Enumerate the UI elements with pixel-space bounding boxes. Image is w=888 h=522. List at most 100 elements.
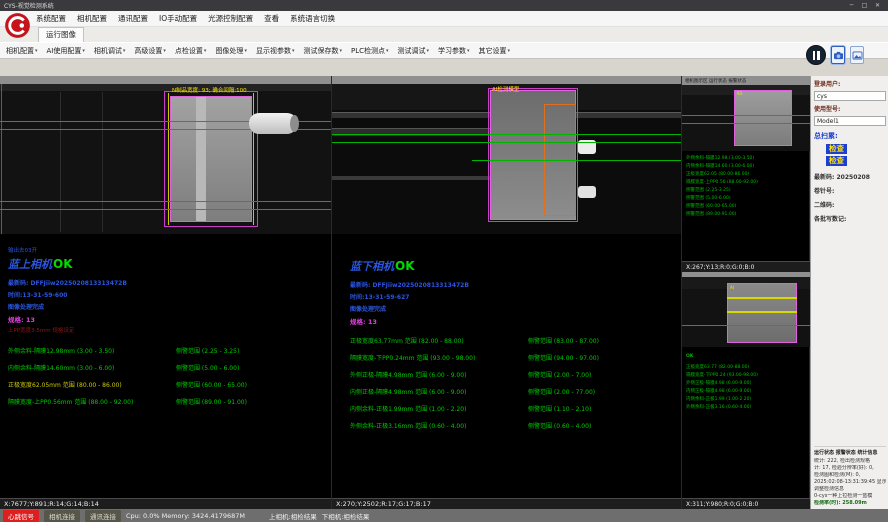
measurement-value: 隔膜宽度-下PP0.24mm 范围 (93.00 - 98.00) [350, 353, 528, 362]
lower-preview-image[interactable]: AI [682, 277, 810, 347]
preview-header: 相机图示区 运行状态 报警状态 [682, 76, 810, 85]
overlay-measure-text: N制品宽度: 93; 确合间隔:100 [172, 86, 247, 94]
measurement-value: 内侧正极-隔膜4.98mm 范围 (6.00 - 9.00) [350, 387, 528, 396]
menu-item-camera-config[interactable]: 相机配置 [77, 13, 107, 24]
app-window: CYS-视觉检测系统 ─ □ ✕ 系统配置 相机配置 通讯配置 IO手动配置 光… [0, 0, 888, 522]
qr-code-label: 二维码: [814, 200, 886, 209]
upper-result-panel: 输出去03开 蓝上相机 OK 最新码: DFFJiiw2025020813313… [0, 234, 331, 498]
menu-item-comm-config[interactable]: 通讯配置 [118, 13, 148, 24]
upper-camera-image[interactable]: N制品宽度: 93; 确合间隔:100 [0, 84, 331, 234]
main-area: N制品宽度: 93; 确合间隔:100 输出去03开 蓝上相机 OK 最新码: … [0, 76, 888, 509]
measurement-row: 外侧余料-隔膜12.98mm (3.00 - 3.50) 侧警范围 (2.25 … [8, 346, 331, 355]
mini-line: 侧警范围 (60.00-65.00) [686, 203, 810, 211]
chevron-down-icon: ▾ [244, 48, 247, 54]
sub-toolbar-strip [0, 58, 888, 76]
upper-preview-view: 相机图示区 运行状态 报警状态 93 外侧余料-隔膜12.98 (3.00-3.… [682, 76, 810, 272]
lower-camera-image[interactable]: AI检测模型 [332, 84, 681, 234]
mini-line: 内侧正极-隔膜4.98 (6.00-9.00) [686, 388, 810, 396]
overlay-vertical-line [1, 84, 2, 234]
measurement-warn-range: 侧警范围 (0.60 - 4.00) [528, 421, 591, 430]
spec-text: 规格: 13 [350, 316, 681, 326]
mini-line: 侧警范围 (89.00-91.00) [686, 211, 810, 219]
model-field[interactable]: Model1 [814, 116, 886, 126]
overlay-green-line [0, 209, 331, 210]
view-header-strip [0, 76, 331, 84]
process-state-text: 图像处理完成 [8, 302, 331, 311]
mini-line: 正极宽度63.77 (82.00-88.00) [686, 364, 810, 372]
tool-other-settings[interactable]: 其它设置▾ [479, 46, 511, 56]
close-icon[interactable]: ✕ [871, 2, 884, 9]
heartbeat-indicator: 心跳信号 [3, 510, 39, 522]
measurement-warn-range: 侧警范围 (94.00 - 97.00) [528, 353, 599, 362]
tool-test-save[interactable]: 测试保存数▾ [303, 46, 342, 56]
upper-preview-image[interactable]: 93 [682, 85, 810, 151]
run-controls [806, 45, 864, 65]
overlay-green-line [332, 142, 681, 143]
product-region [727, 283, 797, 343]
comm-link-indicator: 通讯连接 [85, 510, 121, 522]
mini-line: 内侧余料-正极1.99 (1.00-2.20) [686, 396, 810, 404]
tool-image-process[interactable]: 图像处理▾ [215, 46, 247, 56]
tool-camera-config[interactable]: 相机配置▾ [6, 46, 38, 56]
coordinate-readout: X:267;Y:13;R:0;G:0;B:0 [682, 261, 810, 272]
login-user-label: 登录用户: [814, 79, 840, 88]
upper-camera-result-status: 上相机:相检结果 [269, 511, 317, 521]
pause-button[interactable] [806, 45, 826, 65]
measurement-row: 隔膜宽度-下PP0.24mm 范围 (93.00 - 98.00) 侧警范围 (… [350, 353, 681, 362]
measurement-warn-range: 侧警范围 (83.00 - 87.00) [528, 336, 599, 345]
tab-row: 运行图像 [0, 27, 888, 42]
model-label: 使用型号: [814, 104, 840, 113]
menu-item-system-config[interactable]: 系统配置 [36, 13, 66, 24]
tool-display-params[interactable]: 显示视参数▾ [256, 46, 295, 56]
chevron-down-icon: ▾ [292, 48, 295, 54]
measurement-row: 正极宽度62.05mm 范围 (80.00 - 86.00) 侧警范围 (60.… [8, 380, 331, 389]
view-header-strip [332, 76, 681, 84]
chevron-down-icon: ▾ [427, 48, 430, 54]
statistics-line: 2025:02:08-13:31:39:45 显示图 [814, 479, 886, 486]
product-highlight [196, 97, 206, 221]
coordinate-readout: X:311;Y:980;R:0;G:0;B:0 [682, 498, 810, 509]
chevron-down-icon: ▾ [82, 48, 85, 54]
minimize-icon[interactable]: ─ [845, 2, 858, 9]
tool-ai-config[interactable]: AI使用配置▾ [47, 46, 85, 56]
measurement-warn-range: 侧警范围 (2.25 - 3.25) [176, 346, 239, 355]
camera-view-button-2[interactable] [850, 46, 864, 64]
menu-item-language-switch[interactable]: 系统语言切换 [290, 13, 335, 24]
latest-code-label: 最新码: [814, 174, 834, 181]
menu-item-light-config[interactable]: 光源控制配置 [208, 13, 253, 24]
measurement-warn-range: 侧警范围 (2.00 - 7.00) [528, 370, 591, 379]
tool-learn-params[interactable]: 学习参数▾ [438, 46, 470, 56]
tool-advanced-settings[interactable]: 高级设置▾ [134, 46, 166, 56]
title-bar: CYS-视觉检测系统 ─ □ ✕ [0, 0, 888, 11]
toolbar: 相机配置▾ AI使用配置▾ 相机调试▾ 高级设置▾ 点检设置▾ 图像处理▾ 显示… [0, 42, 888, 58]
mini-line: 外侧余料-正极3.16 (0.60-4.00) [686, 404, 810, 412]
login-user-field[interactable]: cys [814, 91, 886, 101]
camera-view-button-1[interactable] [831, 46, 845, 64]
overlay-green-line [332, 134, 681, 135]
menu-item-view[interactable]: 查看 [264, 13, 279, 24]
measurement-value: 外侧余料-隔膜12.98mm (3.00 - 3.50) [8, 346, 176, 355]
tool-plc-points[interactable]: PLC检测点▾ [351, 46, 389, 56]
process-state-text: 图像处理完成 [350, 304, 681, 313]
camera-link-indicator: 相机连接 [44, 510, 80, 522]
menu-item-io-config[interactable]: IO手动配置 [159, 13, 197, 24]
tool-test-debug[interactable]: 测试调试▾ [398, 46, 430, 56]
product-region [734, 90, 792, 146]
overlay-green-line [472, 160, 681, 161]
measurement-row: 内侧余料-正极1.99mm 范围 (1.00 - 2.20) 侧警范围 (1.1… [350, 404, 681, 413]
overlay-ai-label: AI检测模型 [492, 85, 519, 93]
statistics-line: 调整检测信息 [814, 486, 886, 493]
tab-run-image[interactable]: 运行图像 [38, 27, 84, 42]
total-scan-label: 总扫累: [814, 131, 886, 141]
cpu-memory-readout: Cpu: 0.0% Memory: 3424.4179687M [126, 512, 245, 520]
mini-line: 正极宽度62.05 (80.00-86.00) [686, 171, 810, 179]
chevron-down-icon: ▾ [339, 48, 342, 54]
machine-edge [332, 176, 512, 180]
maximize-icon[interactable]: □ [858, 2, 871, 9]
tool-camera-debug[interactable]: 相机调试▾ [94, 46, 126, 56]
lower-camera-result-status: 下相机:相检结果 [322, 511, 370, 521]
tool-spot-check[interactable]: 点检设置▾ [175, 46, 207, 56]
measurement-row: 外侧正极-隔膜4.98mm 范围 (6.00 - 9.00) 侧警范围 (2.0… [350, 370, 681, 379]
measurement-row: 外侧余料-正极3.16mm 范围 (0.60 - 4.00) 侧警范围 (0.6… [350, 421, 681, 430]
result-ok-badge: OK [395, 259, 415, 273]
